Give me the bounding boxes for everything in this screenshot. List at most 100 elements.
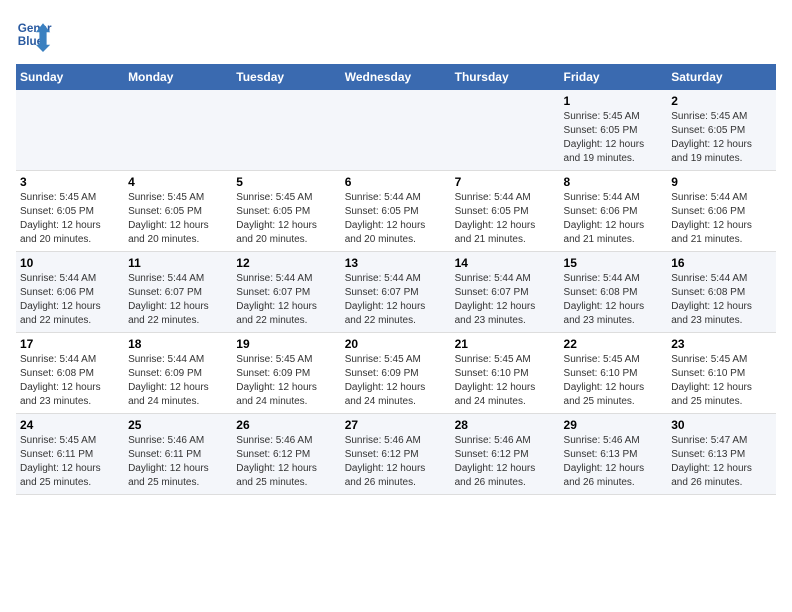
week-row-1: 3 Sunrise: 5:45 AMSunset: 6:05 PMDaylight…: [16, 171, 776, 252]
day-number: 14: [455, 256, 556, 270]
day-number: 22: [564, 337, 664, 351]
day-number: 17: [20, 337, 120, 351]
day-cell: 24 Sunrise: 5:45 AMSunset: 6:11 PMDayligh…: [16, 414, 124, 495]
week-row-2: 10 Sunrise: 5:44 AMSunset: 6:06 PMDayligh…: [16, 252, 776, 333]
day-info: Sunrise: 5:45 AMSunset: 6:11 PMDaylight:…: [20, 434, 120, 490]
day-info: Sunrise: 5:45 AMSunset: 6:05 PMDaylight:…: [20, 191, 120, 247]
day-info: Sunrise: 5:45 AMSunset: 6:10 PMDaylight:…: [455, 353, 556, 409]
weekday-header-row: SundayMondayTuesdayWednesdayThursdayFrid…: [16, 64, 776, 90]
day-number: 28: [455, 418, 556, 432]
day-number: 27: [345, 418, 447, 432]
day-info: Sunrise: 5:45 AMSunset: 6:05 PMDaylight:…: [236, 191, 336, 247]
day-cell: 10 Sunrise: 5:44 AMSunset: 6:06 PMDayligh…: [16, 252, 124, 333]
day-number: 20: [345, 337, 447, 351]
day-info: Sunrise: 5:45 AMSunset: 6:05 PMDaylight:…: [564, 110, 664, 166]
day-number: 29: [564, 418, 664, 432]
calendar-header: SundayMondayTuesdayWednesdayThursdayFrid…: [16, 64, 776, 90]
day-cell: 8 Sunrise: 5:44 AMSunset: 6:06 PMDaylight…: [560, 171, 668, 252]
day-cell: 11Sunrise: 5:44 AMSunset: 6:07 PMDayligh…: [124, 252, 232, 333]
weekday-header-monday: Monday: [124, 64, 232, 90]
day-info: Sunrise: 5:44 AMSunset: 6:08 PMDaylight:…: [20, 353, 120, 409]
day-cell: 20 Sunrise: 5:45 AMSunset: 6:09 PMDayligh…: [341, 333, 451, 414]
day-number: 2: [671, 94, 772, 108]
day-cell: 26 Sunrise: 5:46 AMSunset: 6:12 PMDayligh…: [232, 414, 340, 495]
day-number: 13: [345, 256, 447, 270]
weekday-header-saturday: Saturday: [667, 64, 776, 90]
day-info: Sunrise: 5:47 AMSunset: 6:13 PMDaylight:…: [671, 434, 772, 490]
day-number: 25: [128, 418, 228, 432]
day-number: 8: [564, 175, 664, 189]
weekday-header-tuesday: Tuesday: [232, 64, 340, 90]
day-number: 1: [564, 94, 664, 108]
day-cell: 23Sunrise: 5:45 AMSunset: 6:10 PMDayligh…: [667, 333, 776, 414]
day-info: Sunrise: 5:44 AMSunset: 6:06 PMDaylight:…: [671, 191, 772, 247]
week-row-3: 17 Sunrise: 5:44 AMSunset: 6:08 PMDayligh…: [16, 333, 776, 414]
page-header: General Blue: [16, 16, 776, 52]
week-row-4: 24 Sunrise: 5:45 AMSunset: 6:11 PMDayligh…: [16, 414, 776, 495]
day-number: 7: [455, 175, 556, 189]
day-cell: 29 Sunrise: 5:46 AMSunset: 6:13 PMDayligh…: [560, 414, 668, 495]
day-info: Sunrise: 5:44 AMSunset: 6:07 PMDaylight:…: [236, 272, 336, 328]
day-cell: 4 Sunrise: 5:45 AMSunset: 6:05 PMDaylight…: [124, 171, 232, 252]
day-number: 19: [236, 337, 336, 351]
calendar-body: 1 Sunrise: 5:45 AMSunset: 6:05 PMDaylight…: [16, 90, 776, 495]
day-cell: 18 Sunrise: 5:44 AMSunset: 6:09 PMDayligh…: [124, 333, 232, 414]
day-info: Sunrise: 5:44 AMSunset: 6:07 PMDaylight:…: [345, 272, 447, 328]
day-cell: 9Sunrise: 5:44 AMSunset: 6:06 PMDaylight…: [667, 171, 776, 252]
weekday-header-wednesday: Wednesday: [341, 64, 451, 90]
day-info: Sunrise: 5:45 AMSunset: 6:05 PMDaylight:…: [128, 191, 228, 247]
day-cell: 19Sunrise: 5:45 AMSunset: 6:09 PMDayligh…: [232, 333, 340, 414]
day-info: Sunrise: 5:46 AMSunset: 6:12 PMDaylight:…: [455, 434, 556, 490]
calendar-table: SundayMondayTuesdayWednesdayThursdayFrid…: [16, 64, 776, 495]
day-number: 15: [564, 256, 664, 270]
day-info: Sunrise: 5:44 AMSunset: 6:08 PMDaylight:…: [671, 272, 772, 328]
day-info: Sunrise: 5:46 AMSunset: 6:13 PMDaylight:…: [564, 434, 664, 490]
day-cell: 12Sunrise: 5:44 AMSunset: 6:07 PMDayligh…: [232, 252, 340, 333]
day-info: Sunrise: 5:45 AMSunset: 6:10 PMDaylight:…: [671, 353, 772, 409]
day-info: Sunrise: 5:44 AMSunset: 6:09 PMDaylight:…: [128, 353, 228, 409]
day-number: 26: [236, 418, 336, 432]
day-cell: 13 Sunrise: 5:44 AMSunset: 6:07 PMDayligh…: [341, 252, 451, 333]
day-cell: 28 Sunrise: 5:46 AMSunset: 6:12 PMDayligh…: [451, 414, 560, 495]
day-cell: 16 Sunrise: 5:44 AMSunset: 6:08 PMDayligh…: [667, 252, 776, 333]
logo-icon: General Blue: [16, 16, 52, 52]
day-cell: 27Sunrise: 5:46 AMSunset: 6:12 PMDayligh…: [341, 414, 451, 495]
day-number: 18: [128, 337, 228, 351]
day-number: 6: [345, 175, 447, 189]
weekday-header-thursday: Thursday: [451, 64, 560, 90]
day-cell: 3 Sunrise: 5:45 AMSunset: 6:05 PMDaylight…: [16, 171, 124, 252]
day-info: Sunrise: 5:45 AMSunset: 6:05 PMDaylight:…: [671, 110, 772, 166]
day-number: 24: [20, 418, 120, 432]
week-row-0: 1 Sunrise: 5:45 AMSunset: 6:05 PMDaylight…: [16, 90, 776, 171]
day-info: Sunrise: 5:46 AMSunset: 6:12 PMDaylight:…: [236, 434, 336, 490]
day-number: 3: [20, 175, 120, 189]
day-info: Sunrise: 5:44 AMSunset: 6:05 PMDaylight:…: [345, 191, 447, 247]
day-info: Sunrise: 5:44 AMSunset: 6:06 PMDaylight:…: [20, 272, 120, 328]
day-number: 4: [128, 175, 228, 189]
day-cell: 14 Sunrise: 5:44 AMSunset: 6:07 PMDayligh…: [451, 252, 560, 333]
weekday-header-sunday: Sunday: [16, 64, 124, 90]
day-cell: 30 Sunrise: 5:47 AMSunset: 6:13 PMDayligh…: [667, 414, 776, 495]
day-number: 10: [20, 256, 120, 270]
day-cell: [124, 90, 232, 171]
day-cell: 15Sunrise: 5:44 AMSunset: 6:08 PMDayligh…: [560, 252, 668, 333]
day-info: Sunrise: 5:44 AMSunset: 6:06 PMDaylight:…: [564, 191, 664, 247]
day-number: 11: [128, 256, 228, 270]
day-cell: 22Sunrise: 5:45 AMSunset: 6:10 PMDayligh…: [560, 333, 668, 414]
day-cell: [341, 90, 451, 171]
day-cell: 21 Sunrise: 5:45 AMSunset: 6:10 PMDayligh…: [451, 333, 560, 414]
day-cell: 25 Sunrise: 5:46 AMSunset: 6:11 PMDayligh…: [124, 414, 232, 495]
day-info: Sunrise: 5:45 AMSunset: 6:09 PMDaylight:…: [345, 353, 447, 409]
day-number: 30: [671, 418, 772, 432]
day-number: 21: [455, 337, 556, 351]
day-number: 16: [671, 256, 772, 270]
day-info: Sunrise: 5:44 AMSunset: 6:07 PMDaylight:…: [455, 272, 556, 328]
day-cell: [232, 90, 340, 171]
day-cell: 1 Sunrise: 5:45 AMSunset: 6:05 PMDaylight…: [560, 90, 668, 171]
day-cell: 7Sunrise: 5:44 AMSunset: 6:05 PMDaylight…: [451, 171, 560, 252]
day-cell: 17 Sunrise: 5:44 AMSunset: 6:08 PMDayligh…: [16, 333, 124, 414]
day-cell: [451, 90, 560, 171]
day-info: Sunrise: 5:46 AMSunset: 6:11 PMDaylight:…: [128, 434, 228, 490]
logo: General Blue: [16, 16, 52, 52]
weekday-header-friday: Friday: [560, 64, 668, 90]
